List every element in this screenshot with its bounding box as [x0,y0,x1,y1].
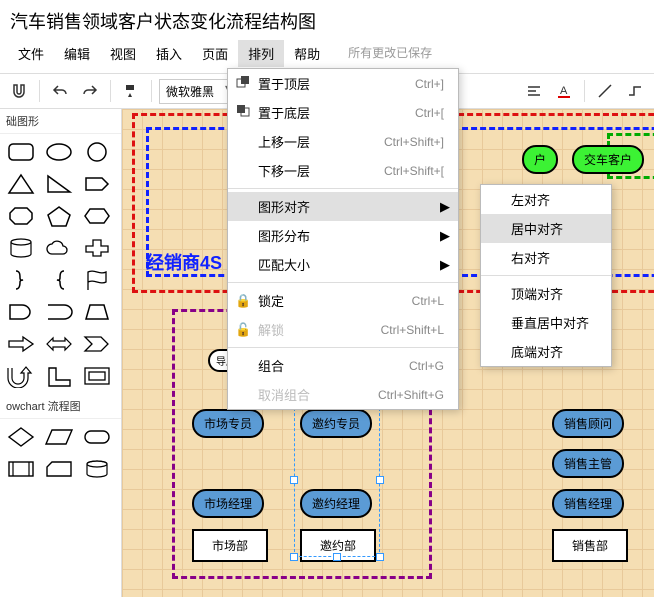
align-submenu-item-1[interactable]: 居中对齐 [481,214,611,243]
node-hu[interactable]: 户 [522,145,558,174]
shape-rtriangle[interactable] [42,170,76,198]
shape-trapezoid[interactable] [80,298,114,326]
palette-basic [0,134,121,394]
sel-handle[interactable] [376,553,384,561]
shape-chevron[interactable] [80,330,114,358]
format-painter-icon[interactable] [118,78,144,104]
shape-brace-l[interactable] [42,266,76,294]
shape-cross[interactable] [80,234,114,262]
shape-uarrow[interactable] [4,362,38,390]
arrange-menu-item-13: 取消组合Ctrl+Shift+G [228,380,458,409]
shape-triangle[interactable] [4,170,38,198]
menu-insert[interactable]: 插入 [146,40,192,67]
shape-card[interactable] [42,455,76,483]
shape-circle[interactable] [80,138,114,166]
shape-terminator[interactable] [80,423,114,451]
node-xiaoshou-zg[interactable]: 销售主管 [552,449,624,478]
region-label: 经销商4S [146,249,222,275]
undo-icon[interactable] [47,78,73,104]
arrange-menu-item-7[interactable]: 匹配大小▶ [228,250,458,279]
sel-handle[interactable] [290,476,298,484]
redo-icon[interactable] [77,78,103,104]
arrange-menu: 置于顶层Ctrl+]置于底层Ctrl+[上移一层Ctrl+Shift+]下移一层… [227,68,459,410]
node-xiaoshou-gw[interactable]: 销售顾问 [552,409,624,438]
node-shichang-bu[interactable]: 市场部 [192,529,268,562]
menu-arrange[interactable]: 排列 [238,40,284,67]
align-icon[interactable] [521,78,547,104]
shape-flag[interactable] [80,266,114,294]
shape-frame[interactable] [80,362,114,390]
align-submenu-item-0[interactable]: 左对齐 [481,185,611,214]
menu-edit[interactable]: 编辑 [54,40,100,67]
shape-hexagon[interactable] [80,202,114,230]
shape-lshape[interactable] [42,362,76,390]
align-submenu-item-4[interactable]: 顶端对齐 [481,279,611,308]
align-submenu: 左对齐居中对齐右对齐顶端对齐垂直居中对齐底端对齐 [480,184,612,367]
node-xiaoshou-jl[interactable]: 销售经理 [552,489,624,518]
shape-cylinder[interactable] [4,234,38,262]
menu-help[interactable]: 帮助 [284,40,330,67]
shape-pentagon[interactable] [42,202,76,230]
palette-basic-title: 础图形 [0,109,121,134]
arrange-menu-item-3[interactable]: 下移一层Ctrl+Shift+[ [228,156,458,185]
shape-arrow-lr[interactable] [42,330,76,358]
arrange-menu-item-5[interactable]: 图形对齐▶ [228,192,458,221]
text-color-icon[interactable]: A [551,78,577,104]
palette-flow [0,419,121,487]
node-xiaoshou-bu[interactable]: 销售部 [552,529,628,562]
connector-icon[interactable] [622,78,648,104]
arrange-menu-item-1[interactable]: 置于底层Ctrl+[ [228,98,458,127]
arrange-menu-item-2[interactable]: 上移一层Ctrl+Shift+] [228,127,458,156]
magnet-icon[interactable] [6,78,32,104]
align-submenu-item-6[interactable]: 底端对齐 [481,337,611,366]
shape-and[interactable] [4,298,38,326]
selection-box [294,403,380,557]
sel-handle[interactable] [376,476,384,484]
document-title: 汽车销售领域客户状态变化流程结构图 [0,0,654,38]
svg-text:A: A [560,85,568,97]
font-select[interactable]: 微软雅黑 [159,79,235,104]
shape-arrow-r[interactable] [4,330,38,358]
shape-diamond[interactable] [4,423,38,451]
shape-pentagon-arrow[interactable] [80,170,114,198]
arrange-menu-item-6[interactable]: 图形分布▶ [228,221,458,250]
node-shichang-zy[interactable]: 市场专员 [192,409,264,438]
line-icon[interactable] [592,78,618,104]
shape-octagon[interactable] [4,202,38,230]
shape-halfround[interactable] [42,298,76,326]
node-shichang-jl[interactable]: 市场经理 [192,489,264,518]
arrange-menu-item-10: 🔓解锁Ctrl+Shift+L [228,315,458,344]
align-submenu-item-5[interactable]: 垂直居中对齐 [481,308,611,337]
menu-view[interactable]: 视图 [100,40,146,67]
menu-page[interactable]: 页面 [192,40,238,67]
arrange-menu-item-9[interactable]: 🔒锁定Ctrl+L [228,286,458,315]
align-submenu-item-2[interactable]: 右对齐 [481,243,611,272]
save-status: 所有更改已保存 [338,40,442,67]
menu-file[interactable]: 文件 [8,40,54,67]
sel-handle[interactable] [290,553,298,561]
shape-sidebar: 础图形 owchart 流程图 [0,109,122,597]
shape-brace-r[interactable] [4,266,38,294]
node-jiaoche[interactable]: 交车客户 [572,145,644,174]
arrange-menu-item-0[interactable]: 置于顶层Ctrl+] [228,69,458,98]
arrange-menu-item-12[interactable]: 组合Ctrl+G [228,351,458,380]
sel-handle[interactable] [333,553,341,561]
shape-db2[interactable] [80,455,114,483]
shape-ellipse[interactable] [42,138,76,166]
shape-cloud[interactable] [42,234,76,262]
shape-rounded-rect[interactable] [4,138,38,166]
palette-flow-title: owchart 流程图 [0,394,121,419]
shape-parallelogram[interactable] [42,423,76,451]
shape-process2[interactable] [4,455,38,483]
